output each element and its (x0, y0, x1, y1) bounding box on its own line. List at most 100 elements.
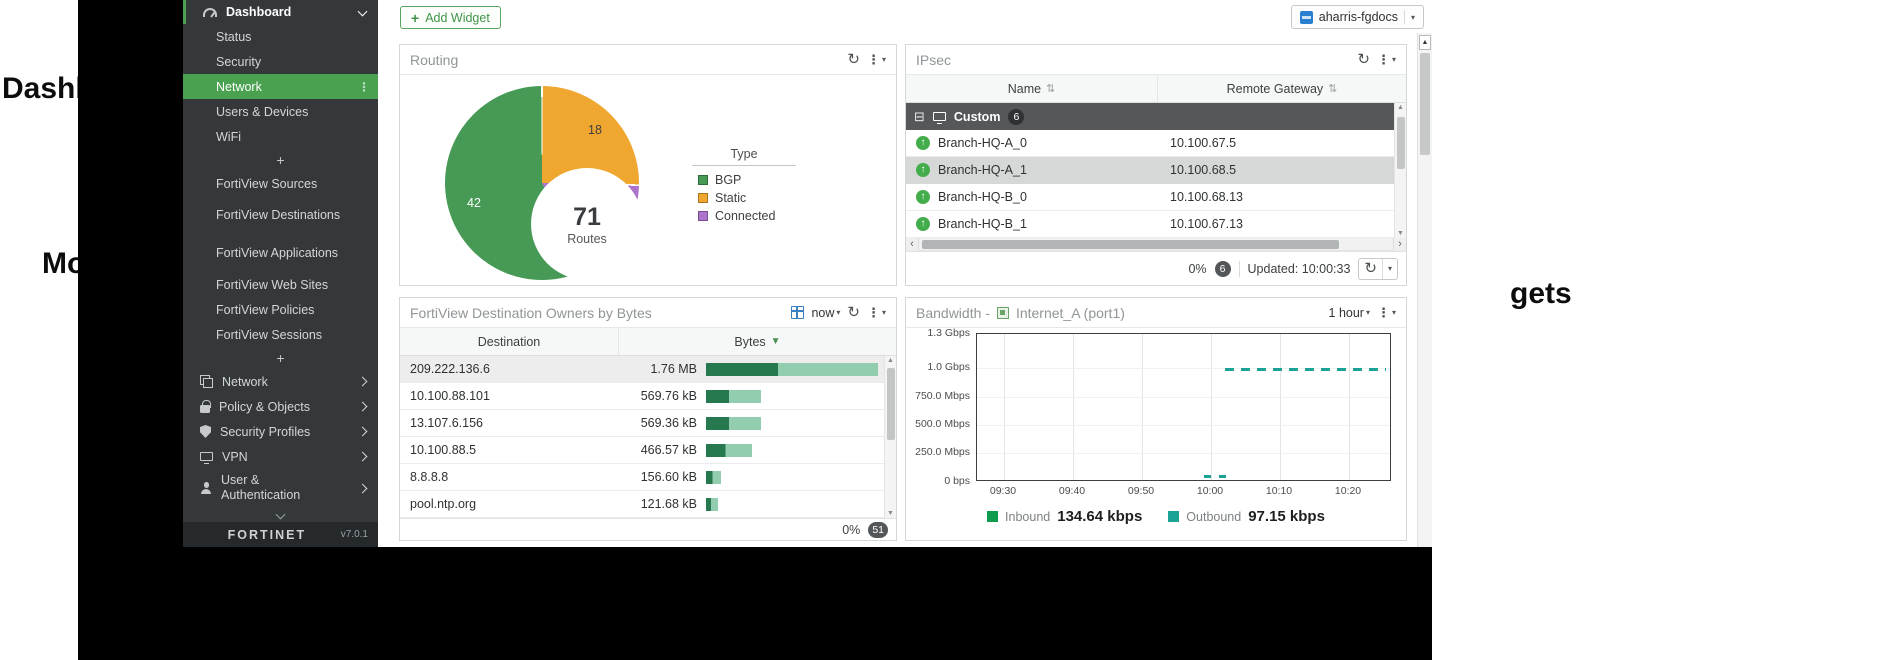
column-label: Bytes (734, 335, 765, 349)
sidebar-item-fortiview-web-sites[interactable]: FortiView Web Sites (183, 272, 378, 297)
count-badge: 6 (1215, 261, 1231, 277)
x-axis-tick: 09:50 (1121, 485, 1161, 497)
sidebar-item-fortiview-sources[interactable]: FortiView Sources (183, 171, 378, 196)
fortiview-row[interactable]: 209.222.136.6 1.76 MB (400, 356, 896, 383)
tunnel-up-icon[interactable]: ↑ (916, 217, 930, 231)
scroll-up-arrow[interactable]: ▲ (885, 357, 896, 364)
sidebar-section-user-authentication[interactable]: User & Authentication (183, 469, 378, 507)
sidebar-item-label: Users & Devices (216, 105, 308, 119)
chevron-right-icon (358, 377, 368, 387)
ipsec-row[interactable]: ↑Branch-HQ-B_0 10.100.68.13 (906, 184, 1406, 211)
column-header-remote-gateway[interactable]: Remote Gateway ⇅ (1158, 75, 1406, 102)
sidebar-item-fortiview-destinations[interactable]: FortiView Destinations (183, 196, 378, 234)
sidebar-section-vpn[interactable]: VPN (183, 444, 378, 469)
ipsec-row-selected[interactable]: ↑Branch-HQ-A_1 10.100.68.5 (906, 157, 1406, 184)
sidebar-scroll-down[interactable] (183, 507, 378, 521)
bandwidth-chart: 1.3 Gbps 1.0 Gbps 750.0 Mbps 500.0 Mbps … (906, 298, 1406, 540)
sidebar-item-dashboard[interactable]: Dashboard (183, 0, 378, 24)
bytes-bar (706, 498, 878, 511)
hostname-menu-button[interactable]: aharris-fgdocs ▾ (1291, 5, 1424, 29)
sidebar-section-policy-objects[interactable]: Policy & Objects (183, 394, 378, 419)
fortiview-row[interactable]: 10.100.88.101 569.76 kB (400, 383, 896, 410)
scroll-up-arrow[interactable]: ▲ (1419, 35, 1431, 50)
fortiview-row[interactable]: 13.107.6.156 569.36 kB (400, 410, 896, 437)
widget-title: FortiView Destination Owners by Bytes (410, 305, 652, 321)
fortiview-row[interactable]: 10.100.88.5 466.57 kB (400, 437, 896, 464)
group-count-badge: 6 (1008, 109, 1024, 125)
scroll-left-arrow[interactable]: ‹ (906, 238, 919, 251)
widget-menu-button[interactable]: ⋮▾ (867, 305, 886, 321)
refresh-button[interactable]: ↻ (847, 52, 860, 67)
refresh-button[interactable]: ↻ (847, 305, 860, 320)
sidebar-item-users-devices[interactable]: Users & Devices (183, 99, 378, 124)
refresh-dropdown-button[interactable]: ↻ ▾ (1358, 258, 1398, 280)
menu-dots-icon[interactable]: ⋮ (358, 80, 370, 94)
add-widget-button[interactable]: + Add Widget (400, 6, 501, 29)
fortiview-row[interactable]: pool.ntp.org 121.68 kB (400, 491, 896, 518)
sidebar-item-status[interactable]: Status (183, 24, 378, 49)
scrollbar-track[interactable] (919, 238, 1393, 251)
sidebar-footer: FORTINET v7.0.1 (183, 522, 378, 547)
widget-menu-button[interactable]: ⋮▾ (867, 52, 886, 68)
scroll-down-arrow[interactable]: ▼ (1395, 230, 1406, 237)
fortiview-row[interactable]: 8.8.8.8 156.60 kB (400, 464, 896, 491)
scroll-down-arrow[interactable]: ▼ (885, 510, 896, 517)
scrollbar-thumb[interactable] (887, 368, 895, 440)
chevron-right-icon (358, 427, 368, 437)
column-header-destination[interactable]: Destination (400, 328, 619, 355)
plot-area[interactable] (976, 333, 1391, 481)
tunnel-up-icon[interactable]: ↑ (916, 163, 930, 177)
tunnel-up-icon[interactable]: ↑ (916, 190, 930, 204)
sidebar-item-label: Network (216, 80, 262, 94)
scrollbar-thumb[interactable] (922, 240, 1339, 249)
hostname-label: aharris-fgdocs (1319, 10, 1398, 24)
ipsec-row[interactable]: ↑Branch-HQ-B_1 10.100.67.13 (906, 211, 1406, 238)
widget-menu-button[interactable]: ⋮▾ (1377, 52, 1396, 68)
scroll-up-arrow[interactable]: ▲ (1395, 104, 1406, 111)
sidebar-section-security-profiles[interactable]: Security Profiles (183, 419, 378, 444)
sidebar-section-label: Network (222, 375, 268, 389)
gridline (1073, 334, 1074, 480)
kebab-menu-icon: ⋮ (1377, 52, 1390, 68)
column-header-bytes[interactable]: Bytes ▼ (619, 328, 896, 355)
background-heading-fragment: gets (1510, 277, 1572, 311)
table-view-icon[interactable] (791, 306, 804, 319)
bytes-bar (706, 417, 878, 430)
y-axis-tick: 0 bps (906, 475, 970, 487)
scrollbar-thumb[interactable] (1397, 117, 1405, 169)
sidebar-item-network-dashboard[interactable]: Network ⋮ (183, 74, 378, 99)
main-scrollbar[interactable]: ▲ (1417, 33, 1432, 547)
near-zero-data-mark (1204, 475, 1211, 478)
slice-value-bgp: 42 (467, 196, 481, 210)
ipsec-group-row-custom[interactable]: ⊟ Custom 6 (906, 103, 1406, 130)
bytes-bar-fill (706, 471, 721, 484)
scrollbar-thumb[interactable] (1420, 53, 1430, 155)
sidebar-item-fortiview-applications[interactable]: FortiView Applications (183, 234, 378, 272)
widget-title: IPsec (916, 52, 951, 68)
sidebar-item-fortiview-policies[interactable]: FortiView Policies (183, 297, 378, 322)
add-dashboard-button[interactable]: + (183, 149, 378, 171)
tunnel-up-icon[interactable]: ↑ (916, 136, 930, 150)
sidebar-section-network[interactable]: Network (183, 369, 378, 394)
sidebar-item-wifi[interactable]: WiFi (183, 124, 378, 149)
fortiview-vertical-scrollbar[interactable]: ▲ ▼ (884, 356, 896, 518)
column-header-name[interactable]: Name ⇅ (906, 75, 1158, 102)
scroll-right-arrow[interactable]: › (1393, 238, 1406, 251)
legend-label: Inbound (1005, 510, 1050, 524)
sidebar-item-fortiview-sessions[interactable]: FortiView Sessions (183, 322, 378, 347)
sidebar-item-security[interactable]: Security (183, 49, 378, 74)
sidebar-item-label: FortiView Policies (216, 303, 314, 317)
vpn-monitor-icon (200, 452, 213, 461)
add-fortiview-button[interactable]: + (183, 347, 378, 369)
collapse-icon[interactable]: ⊟ (914, 110, 925, 123)
chevron-right-icon (358, 402, 368, 412)
ipsec-row[interactable]: ↑Branch-HQ-A_0 10.100.67.5 (906, 130, 1406, 157)
time-range-dropdown[interactable]: now▾ (811, 306, 840, 320)
ipsec-vertical-scrollbar[interactable]: ▲ ▼ (1394, 103, 1406, 238)
y-axis-tick: 250.0 Mbps (906, 446, 970, 458)
sidebar-section-label: Policy & Objects (219, 400, 310, 414)
ipsec-horizontal-scrollbar[interactable]: ‹ › (906, 238, 1406, 251)
sort-icon: ⇅ (1046, 82, 1055, 95)
refresh-button[interactable]: ↻ (1357, 52, 1370, 67)
destination: 8.8.8.8 (400, 470, 619, 484)
